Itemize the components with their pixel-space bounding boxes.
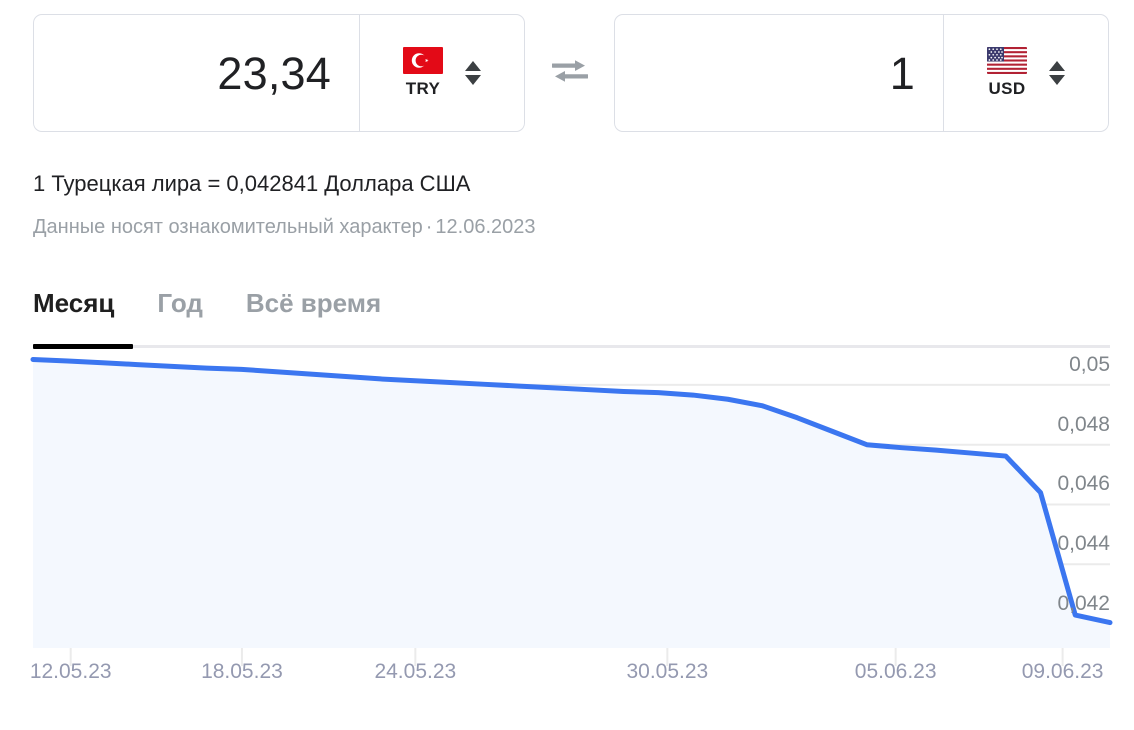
chart-canvas[interactable] [0,352,1134,730]
chart-x-axis-label: 09.06.23 [1021,660,1104,683]
tabs-baseline-rule [33,345,1110,348]
chart-x-axis-label: 18.05.23 [201,660,283,683]
tab-year[interactable]: Год [157,288,203,325]
conversion-rate-text: 1 Турецкая лира = 0,042841 Доллара США [33,171,471,196]
chart-x-axis-label: 30.05.23 [626,660,709,683]
from-currency-select[interactable]: TRY [360,15,524,131]
swap-arrows-icon [549,55,591,92]
to-currency-group: 1 USD [614,14,1109,132]
chart-y-axis-label: 0,05 [1069,352,1110,376]
from-currency-group: 23,34 TRY [33,14,525,132]
rate-date: 12.06.2023 [435,216,536,238]
to-currency-spinner-icon[interactable] [1049,61,1065,85]
from-currency-identity: TRY [403,47,443,99]
chart-x-axis-label: 05.06.23 [854,660,937,683]
to-currency-code: USD [988,79,1026,98]
chart-x-axis-label: 24.05.23 [374,660,457,683]
from-amount-field[interactable]: 23,34 [34,15,359,131]
chart-x-axis-label: 12.05.23 [29,660,112,683]
usa-flag-icon [987,47,1027,74]
chart-y-axis-label: 0,048 [1057,412,1110,436]
from-currency-spinner-icon[interactable] [465,61,481,85]
rate-disclaimer-text: Данные носят ознакомительный характер [33,216,423,238]
tab-active-underline [33,344,133,349]
chart-range-tabs: Месяц Год Всё время [33,288,381,325]
tab-all-time[interactable]: Всё время [246,288,381,325]
from-currency-code: TRY [405,79,441,98]
chart-y-axis-label: 0,044 [1057,532,1110,556]
rate-note-separator: · [425,216,433,238]
to-amount-value: 1 [889,47,915,99]
chart-area-fill [33,359,1110,648]
turkey-flag-icon [403,47,443,74]
currency-converter: 23,34 TRY 1 USD [33,14,1109,132]
swap-currencies-button[interactable] [525,14,614,132]
rate-disclaimer: Данные носят ознакомительный характер · 12… [33,216,536,239]
exchange-rate-chart: 0,05 0,048 0,046 0,044 0,042 [0,352,1134,730]
chart-y-axis-label: 0,042 [1057,592,1110,616]
to-currency-select[interactable]: USD [944,15,1108,131]
chart-y-axis-label: 0,046 [1057,472,1110,496]
tab-month[interactable]: Месяц [33,288,114,325]
from-amount-value: 23,34 [217,47,331,99]
to-amount-field[interactable]: 1 [615,15,943,131]
to-currency-identity: USD [987,47,1027,99]
